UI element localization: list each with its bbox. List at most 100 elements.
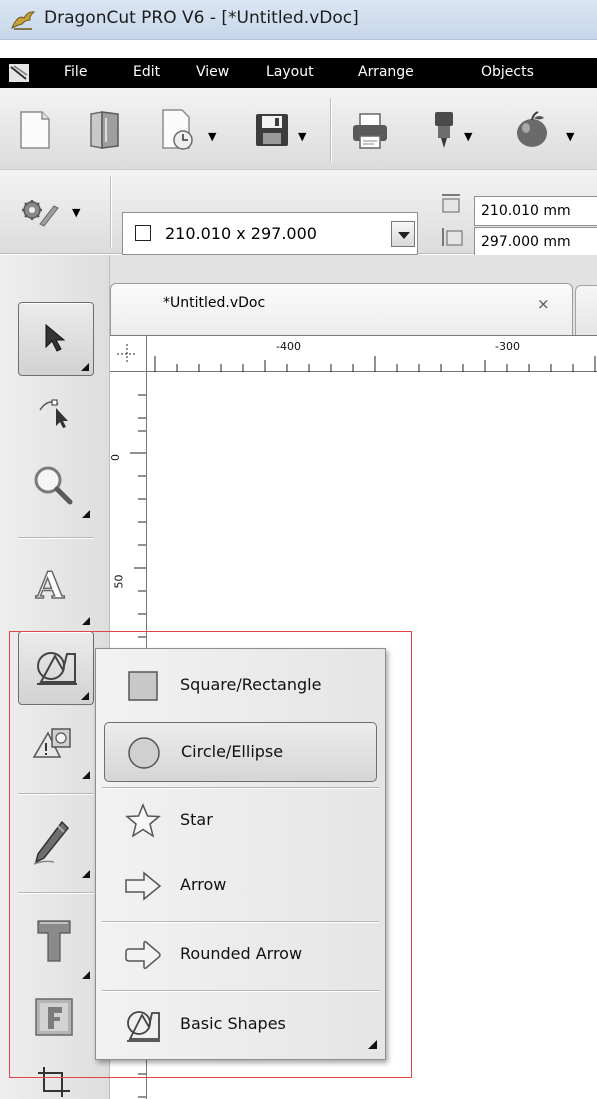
- document-tab-label: *Untitled.vDoc: [163, 295, 266, 311]
- pencil-tool[interactable]: [18, 808, 94, 882]
- page-width-icon: [442, 194, 460, 213]
- menu-edit[interactable]: Edit: [133, 64, 160, 80]
- print-icon[interactable]: [350, 112, 390, 150]
- menu-objects[interactable]: Objects: [481, 64, 534, 80]
- system-menu-icon[interactable]: [8, 63, 30, 83]
- basic-shapes-icon: [127, 1011, 160, 1042]
- page-height-icon: [442, 228, 463, 246]
- page-size-swatch: [135, 225, 151, 241]
- save-icon[interactable]: [254, 112, 290, 148]
- chevron-down-icon[interactable]: ▼: [72, 206, 80, 219]
- window-title: DragonCut PRO V6 - [*Untitled.vDoc]: [44, 8, 359, 28]
- menu-file[interactable]: File: [64, 64, 87, 80]
- open-book-icon[interactable]: [88, 110, 122, 150]
- flyout-item-label: Rounded Arrow: [180, 944, 303, 963]
- corner-triangle-icon: [82, 771, 90, 779]
- magnifier-icon: [34, 466, 73, 505]
- horizontal-ruler: -400 -300: [110, 335, 597, 372]
- basic-shapes-icon: [37, 652, 77, 685]
- select-tool[interactable]: [18, 302, 94, 376]
- left-toolbox: A: [0, 255, 110, 1099]
- corner-triangle-icon: [81, 692, 89, 700]
- menu-layout[interactable]: Layout: [266, 64, 314, 80]
- menu-bar: File Edit View Layout Arrange Objects: [0, 58, 597, 88]
- square-icon: [128, 671, 158, 701]
- flyout-item-label: Square/Rectangle: [180, 675, 322, 694]
- shapes-tool[interactable]: [18, 631, 94, 705]
- chevron-down-icon[interactable]: ▼: [464, 130, 472, 143]
- ruler-label-minus-400: -400: [276, 340, 301, 353]
- block-t-icon: [37, 920, 71, 962]
- toolbox-separator: [18, 537, 94, 538]
- menu-arrange[interactable]: Arrange: [358, 64, 414, 80]
- t-tool[interactable]: [18, 909, 94, 983]
- apple-icon[interactable]: [512, 110, 552, 150]
- toolbox-separator: [18, 793, 94, 794]
- flyout-item-star[interactable]: Star: [104, 791, 377, 851]
- gear-wrench-icon[interactable]: [20, 198, 64, 228]
- flyout-separator: [102, 921, 379, 922]
- dragon-app-icon: [11, 11, 36, 30]
- letter-a-icon: A: [35, 564, 64, 608]
- crosshair-icon: [117, 344, 137, 364]
- page-size-value: 210.010 x 297.000: [165, 224, 317, 243]
- toolbar-separator: [110, 176, 111, 248]
- page-size-dropdown-button[interactable]: [391, 221, 415, 247]
- page-width-input[interactable]: 210.010 mm: [474, 196, 597, 226]
- flyout-separator: [102, 787, 379, 788]
- ruler-origin-box[interactable]: [110, 335, 147, 372]
- document-tab[interactable]: *Untitled.vDoc ×: [110, 283, 573, 335]
- textured-frame-icon: [35, 998, 73, 1036]
- document-clock-icon[interactable]: [160, 108, 200, 152]
- polygon-shapes-icon: [32, 728, 71, 758]
- flyout-item-basic-shapes[interactable]: Basic Shapes: [104, 995, 377, 1055]
- arrow-icon: [125, 871, 162, 901]
- crop-icon: [38, 1067, 70, 1097]
- shapes-flyout-menu: Square/Rectangle Circle/Ellipse Star Arr…: [95, 648, 386, 1060]
- circle-icon: [128, 737, 160, 769]
- chevron-down-icon[interactable]: ▼: [566, 130, 574, 143]
- corner-triangle-icon: [368, 1040, 377, 1049]
- flyout-item-label: Circle/Ellipse: [181, 742, 284, 761]
- zoom-tool[interactable]: [18, 448, 94, 522]
- toolbox-separator: [18, 892, 94, 893]
- main-toolbar: ▼ ▼ ▼ ▼: [0, 88, 597, 170]
- ruler-label-minus-300: -300: [495, 340, 520, 353]
- polygon-tool[interactable]: [18, 709, 94, 783]
- horizontal-ruler-ticks: [154, 356, 596, 372]
- corner-triangle-icon: [82, 510, 90, 518]
- flyout-separator: [102, 990, 379, 991]
- flyout-item-label: Basic Shapes: [180, 1014, 286, 1033]
- node-edit-tool[interactable]: [18, 378, 94, 452]
- text-tool[interactable]: A: [18, 555, 94, 629]
- rounded-arrow-icon: [125, 940, 161, 970]
- corner-triangle-icon: [81, 363, 89, 371]
- plotter-icon[interactable]: [432, 110, 456, 150]
- title-bar: DragonCut PRO V6 - [*Untitled.vDoc]: [0, 0, 597, 40]
- frame-tool[interactable]: [18, 983, 94, 1057]
- flyout-item-rounded-arrow[interactable]: Rounded Arrow: [104, 925, 377, 985]
- pointer-arrow-icon: [45, 323, 66, 352]
- ruler-label-0: 0: [109, 454, 122, 461]
- node-edit-icon: [39, 399, 68, 428]
- flyout-item-label: Arrow: [180, 875, 227, 894]
- next-document-tab[interactable]: [575, 285, 597, 335]
- toolbar-separator: [330, 98, 331, 162]
- page-size-select[interactable]: 210.010 x 297.000: [122, 212, 418, 255]
- chevron-down-icon[interactable]: ▼: [298, 130, 306, 143]
- flyout-item-label: Star: [180, 810, 213, 829]
- new-document-icon[interactable]: [18, 110, 52, 150]
- pencil-icon: [33, 820, 70, 865]
- flyout-item-circle-ellipse[interactable]: Circle/Ellipse: [104, 722, 377, 782]
- flyout-item-square-rectangle[interactable]: Square/Rectangle: [104, 656, 377, 716]
- corner-triangle-icon: [82, 617, 90, 625]
- ruler-label-50: 50: [112, 574, 126, 589]
- flyout-item-arrow[interactable]: Arrow: [104, 856, 377, 916]
- page-height-input[interactable]: 297.000 mm: [474, 227, 597, 257]
- crop-tool[interactable]: [18, 1055, 94, 1099]
- menu-view[interactable]: View: [196, 64, 229, 80]
- close-icon[interactable]: ×: [537, 295, 550, 313]
- star-icon: [125, 803, 161, 838]
- chevron-down-icon[interactable]: ▼: [208, 130, 216, 143]
- corner-triangle-icon: [82, 870, 90, 878]
